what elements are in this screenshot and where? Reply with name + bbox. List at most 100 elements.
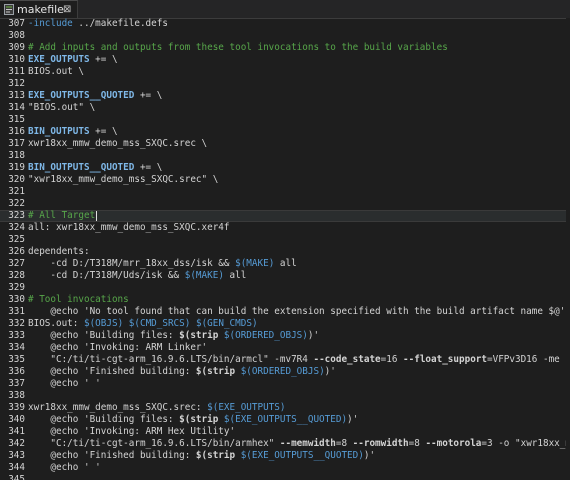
code-text: BIOS.out: $(OBJS) $(CMD_SRCS) $(GEN_CMDS… <box>28 318 258 330</box>
code-token: -include <box>28 18 73 29</box>
tab-makefile[interactable]: makefile ⊠ <box>0 0 78 18</box>
code-line[interactable]: 315 <box>0 114 570 126</box>
code-line[interactable]: 344 @echo ' ' <box>0 462 570 474</box>
code-token: BIN_OUTPUTS <box>28 126 90 137</box>
line-number: 327 <box>8 258 25 269</box>
code-token: $(GEN_CMDS) <box>195 318 258 329</box>
line-number: 314 <box>8 102 25 113</box>
code-text: @echo 'Finished building: $(strip $(ORDE… <box>28 366 336 378</box>
code-line[interactable]: 338 <box>0 390 570 402</box>
code-token: "C:/ti/ti-cgt-arm_16.9.6.LTS/bin/armhex" <box>28 438 280 449</box>
code-line[interactable]: 333 @echo 'Building files: $(strip $(ORD… <box>0 330 570 342</box>
code-line[interactable]: 308 <box>0 30 570 42</box>
line-number: 310 <box>8 54 25 65</box>
vertical-scrollbar[interactable] <box>566 18 570 480</box>
code-text: # Tool invocations <box>28 294 129 306</box>
code-line[interactable]: 335 "C:/ti/ti-cgt-arm_16.9.6.LTS/bin/arm… <box>0 354 570 366</box>
line-number: 320 <box>8 174 25 185</box>
code-line[interactable]: 313 EXE_OUTPUTS__QUOTED += \ <box>0 90 570 102</box>
code-line[interactable]: 322 <box>0 198 570 210</box>
code-line[interactable]: 307 -include ../makefile.defs <box>0 18 570 30</box>
code-line[interactable]: 341 @echo 'Invoking: ARM Hex Utility' <box>0 426 570 438</box>
line-number: 321 <box>8 186 25 197</box>
line-number: 343 <box>8 450 25 461</box>
line-number: 335 <box>8 354 25 365</box>
code-line[interactable]: 324 all: xwr18xx_mmw_demo_mss_SXQC.xer4f <box>0 222 570 234</box>
code-line[interactable]: 343 @echo 'Finished building: $(strip $(… <box>0 450 570 462</box>
code-token: += \ <box>134 90 163 101</box>
code-line[interactable]: 329 <box>0 282 570 294</box>
code-text: @echo 'Invoking: ARM Hex Utility' <box>28 426 235 438</box>
code-text: @echo ' ' <box>28 378 101 390</box>
code-token: # All Target <box>28 210 96 221</box>
makefile-document-icon <box>4 4 14 15</box>
code-line[interactable]: 321 <box>0 186 570 198</box>
code-token: dependents: <box>28 246 90 257</box>
code-text: @echo 'Invoking: ARM Linker' <box>28 342 207 354</box>
code-line[interactable]: 342 "C:/ti/ti-cgt-arm_16.9.6.LTS/bin/arm… <box>0 438 570 450</box>
close-tab-icon[interactable]: ⊠ <box>63 3 71 16</box>
code-token: @echo 'Finished building: <box>28 366 196 377</box>
code-token: @echo ' ' <box>28 378 101 389</box>
code-line[interactable]: 326 dependents: <box>0 246 570 258</box>
line-number: 319 <box>8 162 25 173</box>
code-token: )' <box>324 366 336 377</box>
code-line[interactable]: 336 @echo 'Finished building: $(strip $(… <box>0 366 570 378</box>
code-line[interactable]: 331 @echo 'No tool found that can build … <box>0 306 570 318</box>
code-line[interactable]: 317 xwr18xx_mmw_demo_mss_SXQC.srec \ <box>0 138 570 150</box>
code-line[interactable]: 332 BIOS.out: $(OBJS) $(CMD_SRCS) $(GEN_C… <box>0 318 570 330</box>
code-text: xwr18xx_mmw_demo_mss_SXQC.srec \ <box>28 138 207 150</box>
code-line[interactable]: 325 <box>0 234 570 246</box>
text-caret <box>96 211 97 221</box>
code-text: @echo 'Finished building: $(strip $(EXE_… <box>28 450 375 462</box>
code-line[interactable]: 318 <box>0 150 570 162</box>
tab-label: makefile <box>17 3 64 16</box>
code-text: EXE_OUTPUTS__QUOTED += \ <box>28 90 162 102</box>
code-token: "xwr18xx_mmw_demo_mss_SXQC.srec" \ <box>28 174 219 185</box>
line-number: 331 <box>8 306 25 317</box>
code-line[interactable]: 330 # Tool invocations <box>0 294 570 306</box>
code-line[interactable]: 327 -cd D:/T318M/mrr_18xx_dss/isk && $(M… <box>0 258 570 270</box>
code-token: "C:/ti/ti-cgt-arm_16.9.6.LTS/bin/armcl" … <box>28 354 314 365</box>
code-token: xwr18xx_mmw_demo_mss_SXQC.srec \ <box>28 138 208 149</box>
code-text: -cd D:/T318M/mrr_18xx_dss/isk && $(MAKE)… <box>28 258 296 270</box>
code-token: $(MAKE) <box>184 270 224 281</box>
code-line[interactable]: 320 "xwr18xx_mmw_demo_mss_SXQC.srec" \ <box>0 174 570 186</box>
code-token: @echo 'Invoking: ARM Hex Utility' <box>28 426 236 437</box>
code-line[interactable]: 340 @echo 'Building files: $(strip $(EXE… <box>0 414 570 426</box>
code-token: @echo 'Finished building: <box>28 450 196 461</box>
code-token: =VFPv3D16 -me -O3 <box>487 354 570 365</box>
code-line[interactable]: 312 <box>0 78 570 90</box>
code-token: # Add inputs and outputs from these tool… <box>28 42 448 53</box>
line-number: 340 <box>8 414 25 425</box>
code-token: --motorola <box>425 438 482 449</box>
code-token: EXE_OUTPUTS__QUOTED <box>28 90 135 101</box>
code-text: @echo 'Building files: $(strip $(EXE_OUT… <box>28 414 358 426</box>
code-text: -include ../makefile.defs <box>28 18 168 30</box>
code-token: $(CMD_SRCS) <box>128 318 191 329</box>
code-line[interactable]: 337 @echo ' ' <box>0 378 570 390</box>
code-line[interactable]: 339 xwr18xx_mmw_demo_mss_SXQC.srec: $(EXE… <box>0 402 570 414</box>
code-token: BIOS.out \ <box>28 66 84 77</box>
code-line[interactable]: 323 # All Target <box>0 210 570 222</box>
line-number: 323 <box>8 210 25 221</box>
code-token: $(ORDERED_OBJS) <box>240 366 325 377</box>
line-number: 332 <box>8 318 25 329</box>
code-line[interactable]: 328 -cd D:/T318M/Uds/isk && $(MAKE) all <box>0 270 570 282</box>
code-line[interactable]: 345 <box>0 474 570 480</box>
code-line[interactable]: 334 @echo 'Invoking: ARM Linker' <box>0 342 570 354</box>
code-line[interactable]: 316 BIN_OUTPUTS += \ <box>0 126 570 138</box>
code-token: += \ <box>134 162 163 173</box>
code-token: --romwidth <box>352 438 409 449</box>
code-line[interactable]: 309 # Add inputs and outputs from these t… <box>0 42 570 54</box>
code-token: @echo 'Building files: <box>28 330 180 341</box>
code-line[interactable]: 314 "BIOS.out" \ <box>0 102 570 114</box>
code-line[interactable]: 319 BIN_OUTPUTS__QUOTED += \ <box>0 162 570 174</box>
code-editor[interactable]: 307 -include ../makefile.defs 308 309 # Add … <box>0 18 570 480</box>
line-number: 329 <box>8 282 25 293</box>
code-text: EXE_OUTPUTS += \ <box>28 54 118 66</box>
line-number: 330 <box>8 294 25 305</box>
code-line[interactable]: 311 BIOS.out \ <box>0 66 570 78</box>
code-token: )' <box>307 330 320 341</box>
code-line[interactable]: 310 EXE_OUTPUTS += \ <box>0 54 570 66</box>
